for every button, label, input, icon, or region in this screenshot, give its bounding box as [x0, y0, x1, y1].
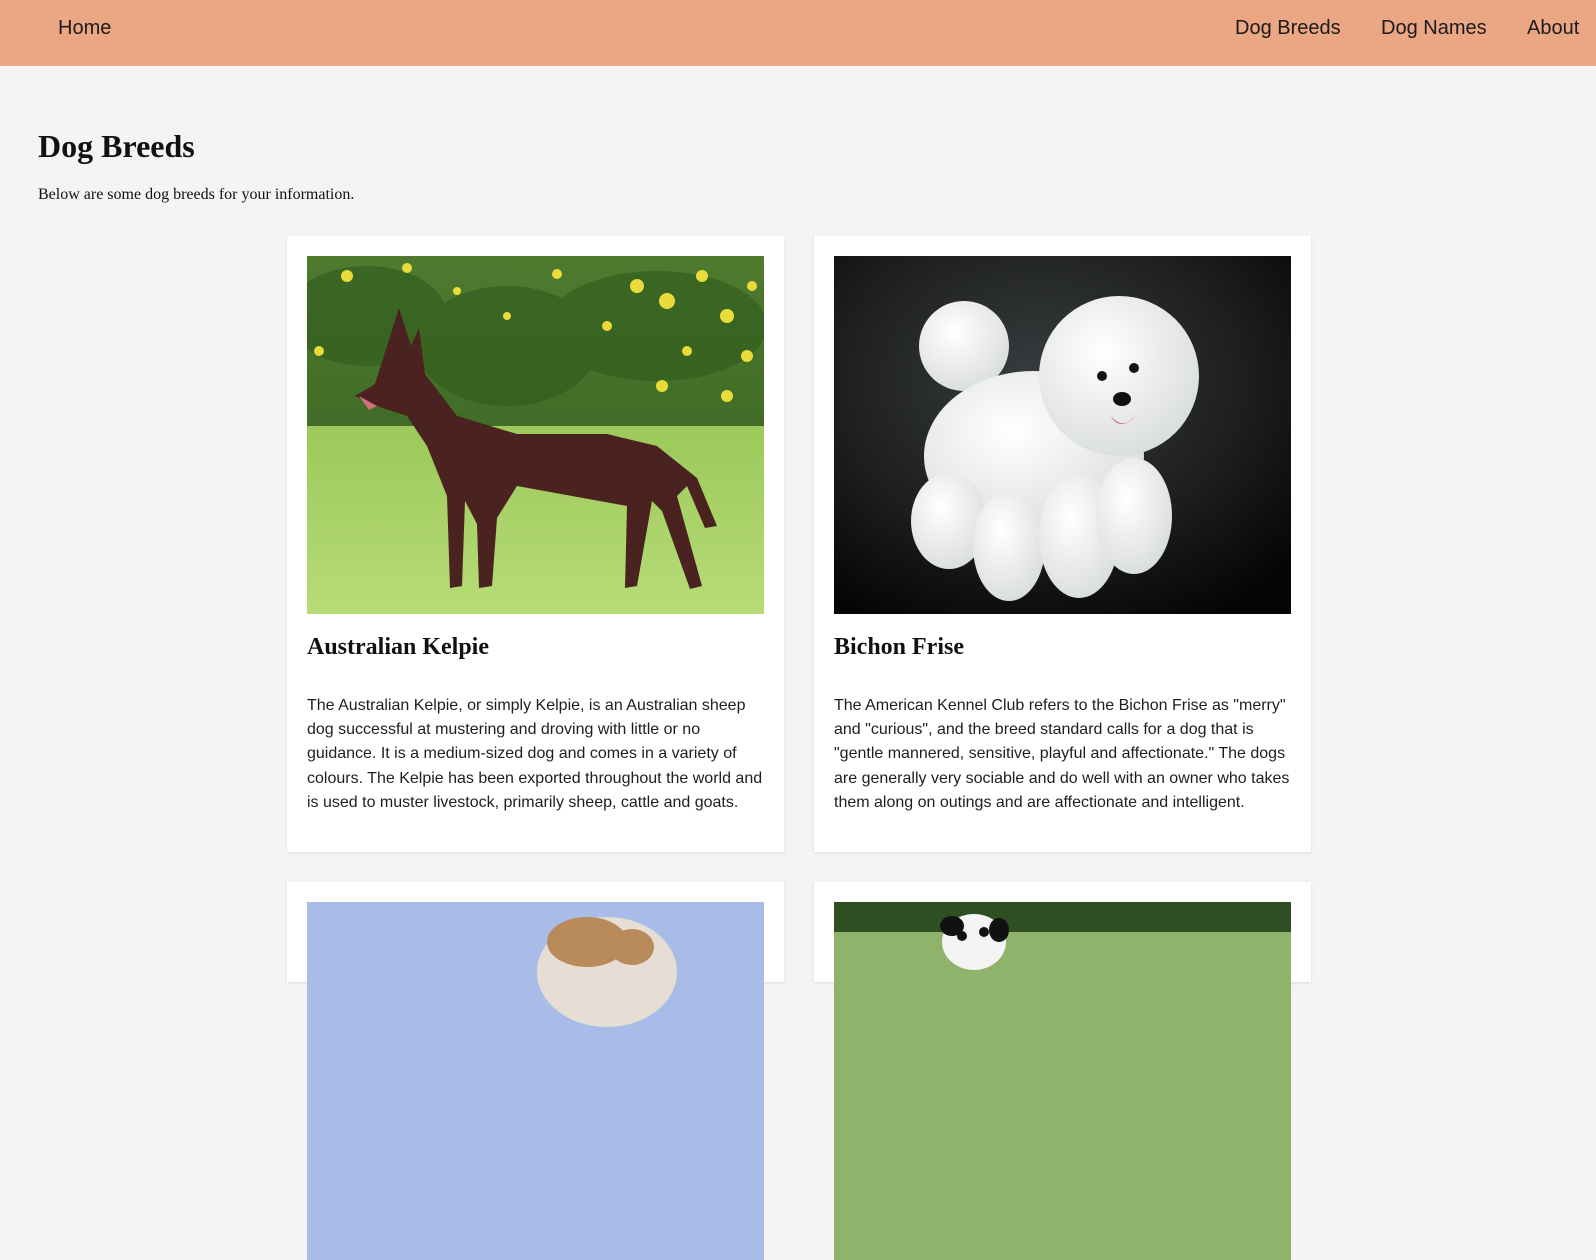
breed-card-bulldog	[287, 882, 784, 1260]
bulldog-photo	[307, 902, 764, 1260]
top-navbar: Home Dog Breeds Dog Names About	[0, 0, 1596, 66]
breed-card-dalmatian	[814, 882, 1311, 1260]
card-description: The Australian Kelpie, or simply Kelpie,…	[307, 697, 763, 811]
nav-dog-names-link[interactable]: Dog Names	[1381, 16, 1487, 40]
page-intro-text: Below are some dog breeds for your infor…	[38, 186, 355, 203]
card-title: Australian Kelpie	[307, 634, 490, 660]
card-description: The American Kennel Club refers to the B…	[834, 697, 1290, 811]
australian-kelpie-photo	[307, 256, 764, 614]
nav-home-link[interactable]: Home	[58, 16, 111, 40]
card-title: Bichon Frise	[834, 634, 964, 660]
dalmatian-photo	[834, 902, 1291, 1260]
bichon-frise-photo	[834, 256, 1291, 614]
nav-about-link[interactable]: About	[1527, 16, 1579, 40]
breed-card-australian-kelpie: Australian Kelpie The Australian Kelpie,…	[287, 236, 784, 852]
page-title: Dog Breeds	[38, 128, 195, 164]
breed-card-bichon-frise: Bichon Frise The American Kennel Club re…	[814, 236, 1311, 852]
nav-dog-breeds-link[interactable]: Dog Breeds	[1235, 16, 1341, 40]
